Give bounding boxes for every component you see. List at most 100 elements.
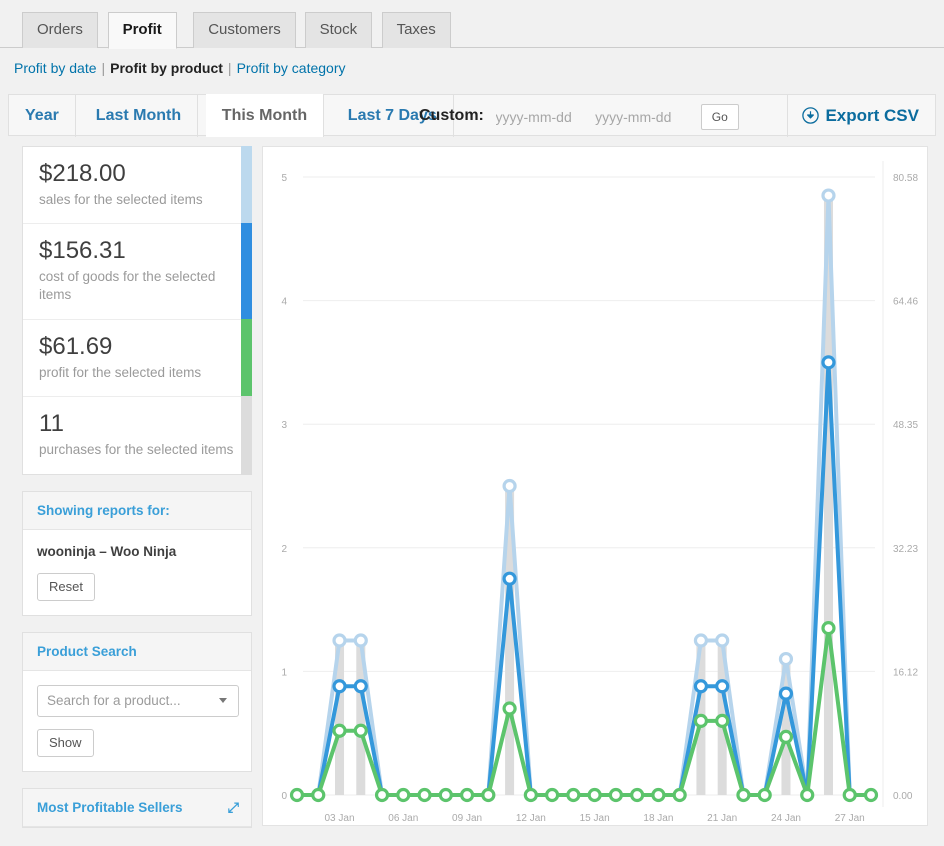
stat-card: $61.69 profit for the selected items [23, 319, 252, 398]
chart-data-point[interactable] [693, 633, 709, 648]
stat-accent-bar [241, 396, 252, 475]
stat-value: $61.69 [39, 333, 113, 361]
download-circle-icon [802, 107, 820, 124]
breadcrumb-subnav: Profit by date | Profit by product | Profit … [14, 60, 346, 76]
chart-data-point[interactable] [417, 787, 432, 803]
subnav-link-profit-by-category[interactable]: Profit by category [237, 60, 346, 76]
y-axis-tick-left: 1 [281, 667, 287, 678]
show-button[interactable]: Show [37, 728, 94, 757]
chart-data-point[interactable] [715, 633, 730, 648]
chart-data-point[interactable] [778, 651, 794, 667]
chart-data-point[interactable] [353, 679, 368, 694]
y-axis-tick-right: 16.12 [893, 667, 918, 678]
chart-data-point[interactable] [651, 787, 666, 803]
chart-data-point[interactable] [353, 723, 368, 738]
stat-label: sales for the selected items [39, 191, 203, 207]
chart-data-point[interactable] [502, 701, 517, 716]
chart-data-point[interactable] [438, 787, 453, 803]
custom-date-range: Custom: Go [419, 95, 739, 136]
chart-data-point[interactable] [736, 787, 751, 803]
chart-data-point[interactable] [821, 621, 836, 636]
chart-data-point[interactable] [630, 787, 645, 803]
subnav-link-profit-by-product: Profit by product [110, 60, 223, 76]
chart-data-point[interactable] [608, 787, 623, 803]
tab-stock[interactable]: Stock [304, 12, 373, 48]
chart-data-point[interactable] [587, 787, 602, 803]
chart-data-point[interactable] [311, 787, 326, 803]
tab-customers[interactable]: Customers [193, 12, 296, 48]
expand-arrows-icon[interactable]: ⤢ [228, 799, 239, 816]
chart-data-point[interactable] [353, 633, 368, 648]
most-profitable-sellers-panel[interactable]: Most Profitable Sellers ⤢ [22, 787, 252, 828]
chart-data-point[interactable] [523, 787, 538, 803]
chart-data-point[interactable] [863, 787, 879, 803]
chart-data-point[interactable] [332, 723, 347, 738]
chart-data-point[interactable] [757, 787, 772, 803]
stat-label: purchases for the selected items [39, 441, 234, 457]
custom-date-to-input[interactable] [593, 103, 690, 130]
x-axis-tick: 12 Jan [516, 813, 546, 824]
x-axis-tick: 06 Jan [388, 813, 418, 824]
chart-data-point[interactable] [289, 787, 305, 803]
chart-data-point[interactable] [672, 787, 687, 803]
custom-date-from-input[interactable] [493, 103, 590, 130]
product-search-select-wrap: Search for a product... [37, 684, 239, 717]
chart-data-point[interactable] [396, 787, 411, 803]
showing-reports-subject: wooninja – Woo Ninja [37, 543, 177, 559]
chart-data-point[interactable] [502, 571, 517, 586]
sidebar: $218.00 sales for the selected items $156.… [22, 146, 252, 828]
export-csv-button[interactable]: Export CSV [787, 94, 935, 137]
showing-reports-title: Showing reports for: [23, 491, 251, 530]
profit-chart-panel: 0 0.00 1 16.12 2 32.23 3 48.35 4 64.46 5 80.58 03 Ja… [262, 146, 928, 826]
chart-data-point[interactable] [693, 713, 709, 728]
y-axis-tick-right: 0.00 [893, 791, 913, 802]
x-axis-tick: 18 Jan [643, 813, 673, 824]
y-axis-tick-left: 5 [281, 173, 287, 184]
chart-data-point[interactable] [715, 679, 730, 694]
stat-value: $218.00 [39, 160, 126, 187]
chart-data-point[interactable] [566, 787, 581, 803]
period-last-month[interactable]: Last Month [80, 94, 199, 137]
stat-card: $156.31 cost of goods for the selected it… [23, 223, 252, 321]
period-year[interactable]: Year [9, 94, 76, 137]
most-profitable-sellers-title: Most Profitable Sellers ⤢ [23, 788, 251, 827]
go-button[interactable]: Go [700, 103, 739, 130]
chart-data-point[interactable] [778, 729, 794, 745]
chevron-down-icon [219, 697, 227, 703]
chart-data-point[interactable] [821, 355, 836, 370]
report-type-tabs: Orders Profit Customers Stock Taxes [0, 0, 944, 49]
stat-label: cost of goods for the selected items [39, 268, 216, 303]
x-axis-tick: 21 Jan [707, 813, 737, 824]
x-axis-tick: 09 Jan [452, 813, 482, 824]
chart-data-point[interactable] [502, 478, 517, 494]
y-axis-tick-left: 4 [281, 297, 287, 308]
chart-data-point[interactable] [778, 686, 794, 701]
reset-button[interactable]: Reset [37, 572, 95, 601]
stat-label: profit for the selected items [39, 364, 202, 380]
subnav-link-profit-by-date[interactable]: Profit by date [14, 60, 97, 76]
chart-data-point[interactable] [693, 679, 709, 694]
stat-card: 11 purchases for the selected items [23, 396, 252, 475]
product-search-input[interactable]: Search for a product... [37, 684, 239, 717]
tab-profit[interactable]: Profit [107, 12, 177, 49]
tab-orders[interactable]: Orders [22, 12, 98, 48]
chart-data-point[interactable] [459, 787, 475, 803]
chart-data-point[interactable] [800, 787, 815, 803]
chart-data-point[interactable] [545, 787, 560, 803]
y-axis-tick-right: 32.23 [893, 544, 918, 555]
chart-data-point[interactable] [332, 679, 347, 694]
stat-accent-bar [241, 146, 252, 225]
x-axis-tick: 27 Jan [835, 813, 865, 824]
chart-data-point[interactable] [332, 633, 347, 648]
y-axis-tick-left: 0 [281, 791, 287, 802]
chart-data-point[interactable] [481, 787, 496, 803]
chart-data-point[interactable] [715, 713, 730, 728]
period-this-month[interactable]: This Month [205, 94, 325, 137]
chart-data-point[interactable] [842, 787, 857, 803]
x-axis-tick: 03 Jan [325, 813, 355, 824]
subnav-separator: | [227, 60, 232, 76]
chart-data-point[interactable] [821, 188, 836, 203]
chart-data-point[interactable] [374, 787, 390, 803]
tab-taxes[interactable]: Taxes [381, 12, 451, 48]
profit-chart[interactable]: 0 0.00 1 16.12 2 32.23 3 48.35 4 64.46 5 80.58 03 Ja… [263, 147, 927, 825]
